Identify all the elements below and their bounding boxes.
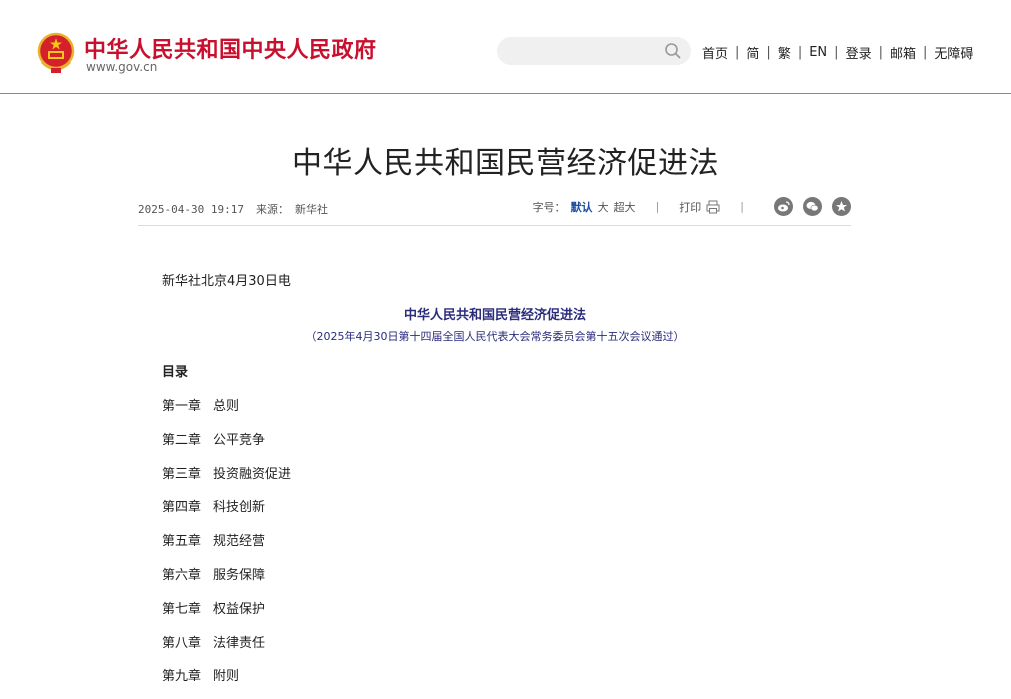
top-nav: 首页 | 简 | 繁 | EN | 登录 | 邮箱 | 无障碍 bbox=[702, 43, 973, 62]
toc-chapter-number: 第二章 bbox=[162, 432, 202, 448]
article-meta-bar: 2025-04-30 19:17 来源： 新华社 字号： 默认 大 超大 | 打印 … bbox=[138, 193, 851, 226]
site-domain: www.gov.cn bbox=[86, 60, 158, 74]
source-name: 新华社 bbox=[294, 203, 328, 216]
article-meta: 2025-04-30 19:17 来源： 新华社 bbox=[138, 201, 340, 217]
nav-login[interactable]: 登录 bbox=[846, 43, 872, 62]
nav-divider: | bbox=[735, 45, 740, 60]
search-icon[interactable] bbox=[664, 42, 682, 60]
nav-divider: | bbox=[922, 45, 928, 60]
toc-item: 第八章 法律责任 bbox=[162, 632, 291, 666]
toc-item: 第三章 投资融资促进 bbox=[162, 463, 291, 497]
publish-date: 2025-04-30 19:17 bbox=[138, 203, 244, 216]
table-of-contents: 第一章 总则 第二章 公平竞争 第三章 投资融资促进 第四章 科技创新 第五章 规范经营 … bbox=[162, 395, 291, 699]
font-size-xlarge[interactable]: 超大 bbox=[614, 199, 636, 215]
search-input[interactable] bbox=[497, 37, 691, 65]
toc-chapter-title: 总则 bbox=[213, 399, 240, 414]
nav-divider: | bbox=[878, 45, 883, 60]
article-tools: 字号： 默认 大 超大 | 打印 | bbox=[533, 197, 851, 216]
toc-chapter-title: 附则 bbox=[213, 669, 240, 685]
site-header: 中华人民共和国中央人民政府 www.gov.cn 首页 | 简 | 繁 | EN… bbox=[0, 0, 1011, 94]
font-size-label: 字号： bbox=[532, 200, 566, 214]
toc-chapter-number: 第五章 bbox=[162, 534, 202, 550]
font-size-large[interactable]: 大 bbox=[598, 199, 609, 215]
toc-chapter-title: 服务保障 bbox=[213, 567, 266, 583]
toc-item: 第九章 附则 bbox=[162, 665, 291, 699]
nav-simplified[interactable]: 简 bbox=[746, 43, 759, 62]
nav-home[interactable]: 首页 bbox=[702, 43, 728, 62]
favorite-icon[interactable] bbox=[832, 197, 851, 216]
wechat-icon[interactable] bbox=[803, 197, 822, 216]
toc-chapter-number: 第三章 bbox=[162, 466, 202, 482]
toc-item: 第一章 总则 bbox=[162, 395, 291, 429]
article-title: 中华人民共和国民营经济促进法 bbox=[292, 146, 719, 181]
nav-traditional[interactable]: 繁 bbox=[778, 43, 791, 62]
toc-chapter-number: 第九章 bbox=[162, 669, 202, 685]
toc-chapter-number: 第四章 bbox=[162, 500, 202, 516]
law-title: 中华人民共和国民营经济促进法 bbox=[403, 308, 586, 323]
toc-chapter-number: 第六章 bbox=[162, 567, 202, 583]
nav-accessibility[interactable]: 无障碍 bbox=[934, 43, 973, 62]
toc-item: 第五章 规范经营 bbox=[162, 530, 291, 564]
tools-divider: | bbox=[740, 200, 744, 213]
toc-chapter-title: 投资融资促进 bbox=[213, 466, 292, 482]
toc-item: 第四章 科技创新 bbox=[162, 496, 291, 530]
toc-item: 第六章 服务保障 bbox=[162, 564, 291, 598]
print-button[interactable]: 打印 bbox=[679, 199, 701, 215]
nav-divider: | bbox=[834, 45, 839, 60]
font-size-default[interactable]: 默认 bbox=[571, 199, 593, 215]
toc-chapter-title: 权益保护 bbox=[213, 601, 266, 617]
weibo-icon[interactable] bbox=[774, 197, 793, 216]
toc-item: 第七章 权益保护 bbox=[162, 598, 291, 632]
toc-chapter-number: 第七章 bbox=[162, 601, 202, 617]
toc-chapter-title: 规范经营 bbox=[213, 534, 266, 550]
national-emblem-icon[interactable] bbox=[37, 32, 75, 76]
law-subtitle: （2025年4月30日第十四届全国人民代表大会常务委员会第十五次会议通过） bbox=[305, 330, 685, 343]
nav-divider: | bbox=[797, 45, 803, 60]
toc-chapter-title: 公平竞争 bbox=[213, 432, 266, 448]
toc-chapter-title: 法律责任 bbox=[213, 635, 266, 651]
toc-heading: 目录 bbox=[162, 365, 189, 380]
print-icon[interactable] bbox=[706, 200, 720, 214]
dateline: 新华社北京4月30日电 bbox=[162, 274, 291, 289]
nav-english[interactable]: EN bbox=[809, 45, 827, 60]
toc-chapter-number: 第八章 bbox=[162, 635, 202, 651]
toc-chapter-title: 科技创新 bbox=[213, 500, 266, 516]
nav-mailbox[interactable]: 邮箱 bbox=[890, 43, 916, 62]
nav-divider: | bbox=[766, 45, 771, 60]
toc-item: 第二章 公平竞争 bbox=[162, 429, 291, 463]
toc-chapter-number: 第一章 bbox=[162, 399, 202, 414]
source-label: 来源： bbox=[255, 203, 289, 216]
tools-divider: | bbox=[655, 200, 660, 213]
